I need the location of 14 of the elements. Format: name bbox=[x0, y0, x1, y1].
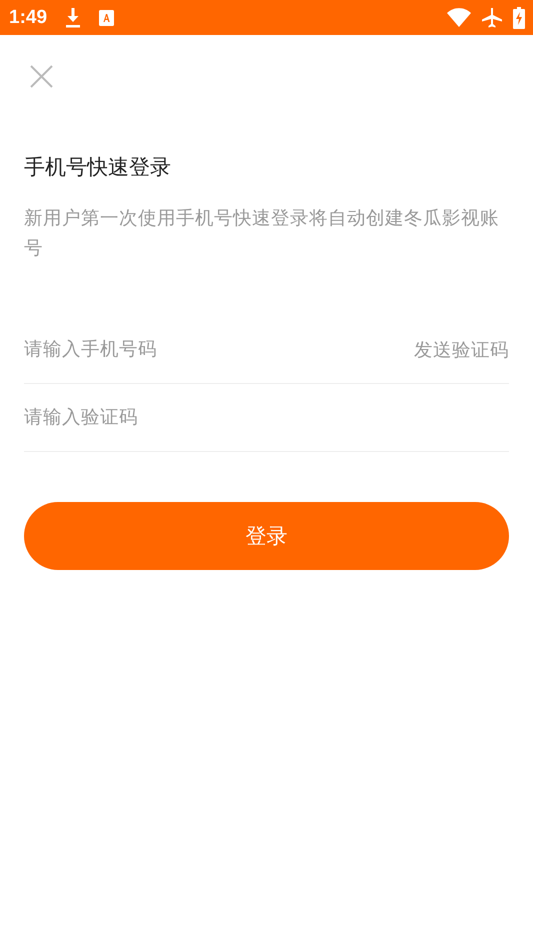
close-button[interactable] bbox=[30, 65, 53, 88]
send-code-link[interactable]: 发送验证码 bbox=[414, 337, 509, 362]
download-icon bbox=[65, 8, 82, 28]
description-text: 新用户第一次使用手机号快速登录将自动创建冬瓜影视账号 bbox=[24, 207, 500, 261]
text-icon bbox=[99, 10, 114, 26]
battery-icon bbox=[513, 6, 525, 28]
clock: 1:49 bbox=[9, 6, 48, 28]
page-title: 手机号快速登录 bbox=[24, 154, 172, 181]
phone-input[interactable]: 请输入手机号码 bbox=[24, 339, 414, 360]
airplane-icon bbox=[481, 6, 503, 28]
code-input[interactable]: 请输入验证码 bbox=[24, 407, 509, 428]
close-icon bbox=[30, 65, 53, 88]
wifi-icon bbox=[447, 8, 471, 27]
login-button[interactable]: 登录 bbox=[24, 502, 509, 570]
